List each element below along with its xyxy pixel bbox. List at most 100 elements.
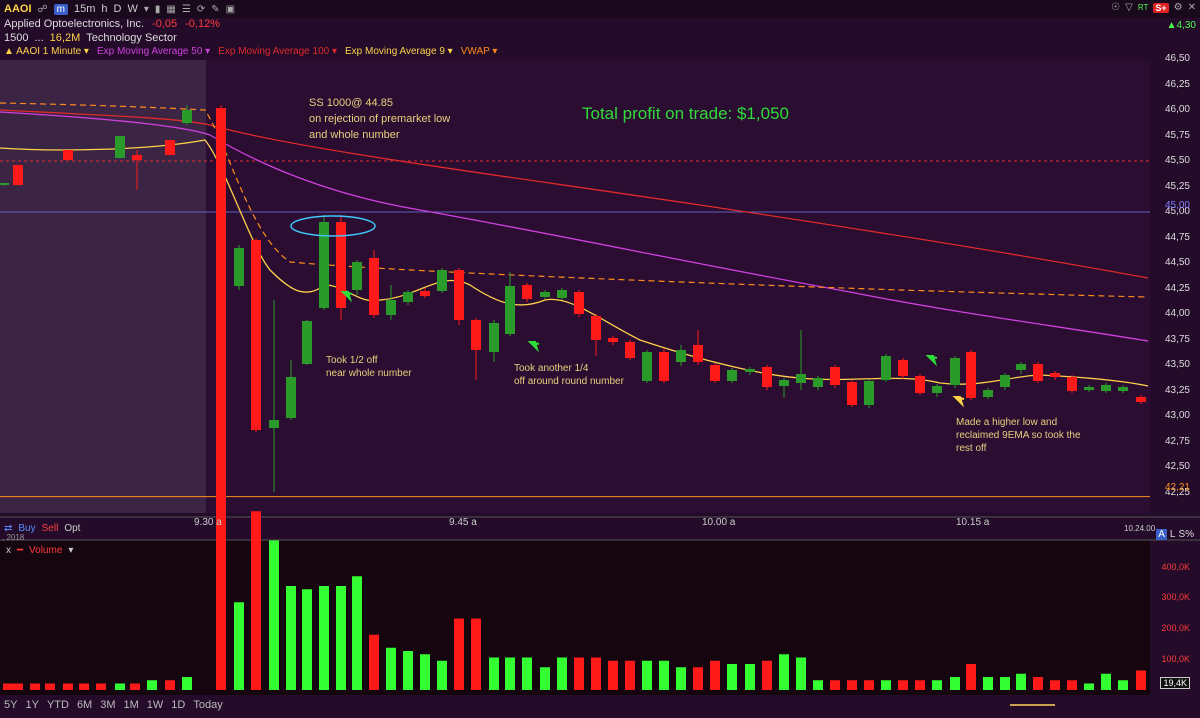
- quarter-off-line-2: off around round number: [514, 376, 624, 387]
- candle-body: [727, 370, 737, 381]
- candle-body: [437, 270, 447, 291]
- candle-body: [454, 270, 464, 320]
- volume-bar: [3, 683, 13, 690]
- volume-bar: [454, 618, 464, 690]
- opt-button[interactable]: Opt: [64, 523, 80, 534]
- volume-close-icon[interactable]: x: [6, 545, 11, 556]
- volume-bar: [336, 586, 346, 690]
- final-exit-line-2: reclaimed 9EMA so took the: [956, 430, 1081, 441]
- volume-bar: [693, 667, 703, 690]
- final-exit-line-3: rest off: [956, 443, 987, 454]
- volume-bar: [847, 680, 857, 690]
- range-3m[interactable]: 3M: [100, 699, 115, 711]
- time-label-1015: 10.15 a: [956, 517, 990, 528]
- volume-axis-300k: 300,0K: [1161, 592, 1190, 602]
- volume-menu-icon[interactable]: ▾: [68, 545, 73, 556]
- range-ytd[interactable]: YTD: [47, 699, 69, 711]
- volume-bar: [269, 540, 279, 690]
- volume-title[interactable]: Volume: [29, 545, 62, 556]
- volume-bar: [1000, 677, 1010, 690]
- percent-scale-button[interactable]: S%: [1178, 529, 1194, 540]
- volume-bar: [286, 586, 296, 690]
- volume-bar: [659, 660, 669, 690]
- current-volume-box: 19,4K: [1160, 677, 1190, 689]
- candle-body: [932, 386, 942, 393]
- auto-scale-button[interactable]: A: [1156, 529, 1167, 540]
- candle-body: [132, 155, 142, 160]
- volume-bar: [386, 647, 396, 690]
- whole-number-label: 45,00: [1164, 200, 1190, 211]
- volume-bar: [813, 680, 823, 690]
- low-level-label: 42,21: [1164, 482, 1190, 493]
- range-today[interactable]: Today: [193, 699, 222, 711]
- range-1m[interactable]: 1M: [124, 699, 139, 711]
- time-label-1000: 10.00 a: [702, 517, 736, 528]
- volume-bar: [1050, 680, 1060, 690]
- volume-bar: [1118, 680, 1128, 690]
- axis-controls: A L S%: [1156, 529, 1194, 540]
- volume-header: x ━ Volume ▾: [6, 545, 73, 556]
- candle-body: [796, 374, 806, 383]
- candle-body: [115, 136, 125, 158]
- candle-body: [693, 345, 703, 362]
- volume-bar: [251, 511, 261, 690]
- candle-body: [1084, 387, 1094, 390]
- volume-bar: [881, 680, 891, 690]
- volume-bar: [165, 680, 175, 690]
- volume-bar: [182, 677, 192, 690]
- range-1d[interactable]: 1D: [171, 699, 185, 711]
- volume-bar: [1033, 677, 1043, 690]
- candle-body: [676, 350, 686, 362]
- price-label: 44,25: [1164, 282, 1190, 294]
- candle-body: [165, 140, 175, 155]
- candle-body: [608, 338, 618, 342]
- volume-bar: [710, 660, 720, 690]
- candle-body: [779, 380, 789, 386]
- volume-bar: [676, 667, 686, 690]
- range-selector: 5Y 1Y YTD 6M 3M 1M 1W 1D Today: [4, 699, 223, 711]
- range-1y[interactable]: 1Y: [25, 699, 38, 711]
- quarter-off-note: Took another 1/4 off around round number: [514, 362, 624, 388]
- volume-bar: [437, 660, 447, 690]
- volume-bar: [574, 657, 584, 690]
- price-label: 46,50: [1164, 53, 1190, 64]
- candle-body: [489, 323, 499, 352]
- volume-bar: [625, 660, 635, 690]
- volume-bar: [966, 664, 976, 690]
- range-1w[interactable]: 1W: [147, 699, 164, 711]
- candle-body: [847, 382, 857, 405]
- volume-bar: [13, 683, 23, 690]
- short-entry-line-1: SS 1000@ 44.85: [309, 97, 393, 109]
- candle-body: [1016, 364, 1026, 370]
- volume-bar: [1101, 673, 1111, 690]
- volume-bar: [915, 680, 925, 690]
- range-5y[interactable]: 5Y: [4, 699, 17, 711]
- volume-bar: [319, 586, 329, 690]
- volume-bar: [63, 683, 73, 690]
- total-profit-note: Total profit on trade: $1,050: [582, 104, 789, 123]
- price-label: 45,75: [1164, 129, 1190, 141]
- volume-line-icon: ━: [17, 545, 24, 556]
- volume-bar: [96, 683, 106, 690]
- range-6m[interactable]: 6M: [77, 699, 92, 711]
- volume-bar: [864, 680, 874, 690]
- volume-bar: [796, 657, 806, 690]
- log-scale-button[interactable]: L: [1170, 529, 1176, 540]
- candle-body: [234, 248, 244, 286]
- candle-body: [881, 356, 891, 380]
- candle-body: [302, 321, 312, 364]
- short-entry-line-3: and whole number: [309, 129, 400, 141]
- volume-bar: [983, 677, 993, 690]
- candle-body: [745, 369, 755, 372]
- sell-button[interactable]: Sell: [42, 523, 59, 534]
- candle-body: [574, 292, 584, 314]
- volume-bar: [403, 651, 413, 690]
- candle-body: [471, 320, 481, 350]
- volume-bar: [420, 654, 430, 690]
- volume-bar: [505, 657, 515, 690]
- candle-body: [269, 420, 279, 428]
- candle-body: [591, 316, 601, 340]
- candle-body: [950, 358, 960, 385]
- date-fragment: , 2018: [2, 533, 25, 542]
- volume-bar: [727, 664, 737, 690]
